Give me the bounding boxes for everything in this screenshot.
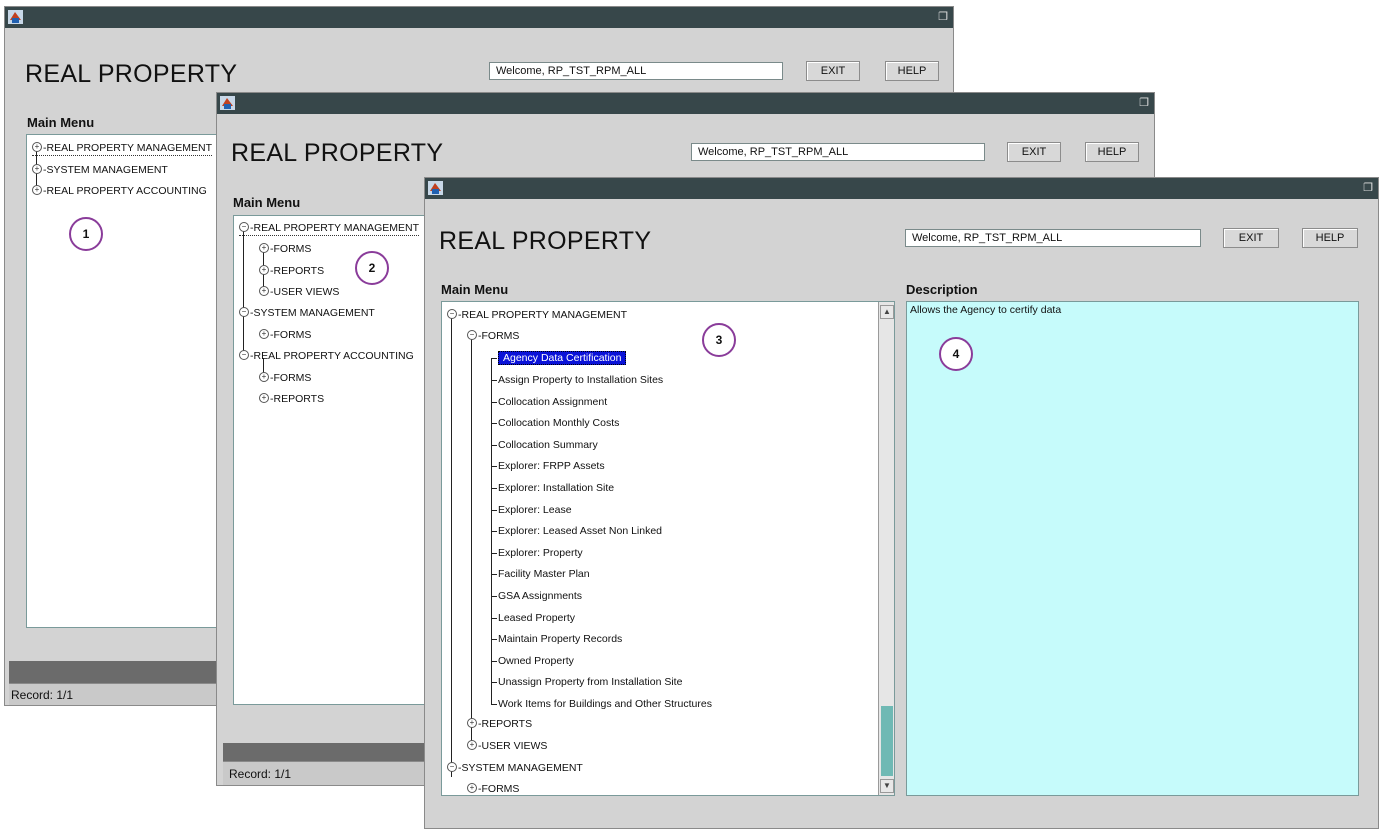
expand-icon[interactable]: + [259, 243, 269, 254]
app-icon [428, 181, 443, 195]
collapse-icon[interactable]: − [239, 222, 249, 233]
tree-node-reports[interactable]: + -REPORTS [467, 717, 532, 731]
expand-icon[interactable]: + [259, 372, 269, 383]
app-title: REAL PROPERTY [439, 227, 652, 255]
app-icon [8, 10, 23, 24]
tree-node-forms[interactable]: − -FORMS [467, 329, 519, 343]
tree-leaf-form[interactable]: Explorer: FRPP Assets [498, 459, 605, 473]
expand-icon[interactable]: + [32, 185, 42, 196]
welcome-field: Welcome, RP_TST_RPM_ALL [905, 229, 1201, 247]
tree-node-accounting[interactable]: + -REAL PROPERTY ACCOUNTING [32, 184, 207, 198]
exit-button[interactable]: EXIT [806, 61, 860, 81]
tree-node-system[interactable]: + -SYSTEM MANAGEMENT [32, 163, 168, 177]
status-bar: Record: 1/1 [9, 683, 229, 705]
callout-2: 2 [355, 251, 389, 285]
tree-node-rpm[interactable]: + -REAL PROPERTY MANAGEMENT [32, 141, 213, 156]
help-button[interactable]: HELP [885, 61, 939, 81]
main-menu-label: Main Menu [233, 195, 301, 210]
tree-leaf-form[interactable]: Explorer: Lease [498, 503, 572, 517]
expand-icon[interactable]: + [32, 142, 42, 153]
scroll-thumb[interactable] [881, 706, 893, 776]
collapse-icon[interactable]: − [239, 350, 249, 361]
scroll-up-icon[interactable]: ▲ [880, 305, 894, 319]
welcome-field: Welcome, RP_TST_RPM_ALL [489, 62, 783, 80]
status-area [223, 743, 433, 763]
main-menu-tree[interactable]: − -REAL PROPERTY MANAGEMENT + -FORMS + -REP… [233, 215, 433, 705]
tree-node-rpm[interactable]: − -REAL PROPERTY MANAGEMENT [447, 308, 627, 322]
title-bar: ❐ [5, 7, 953, 28]
app-title: REAL PROPERTY [25, 60, 238, 88]
expand-icon[interactable]: + [467, 740, 477, 751]
tree-node-forms[interactable]: + -FORMS [259, 242, 311, 256]
help-button[interactable]: HELP [1302, 228, 1358, 248]
description-text: Allows the Agency to certify data [910, 304, 1062, 316]
tree-node-acc-reports[interactable]: + -REPORTS [259, 392, 324, 406]
callout-4: 4 [939, 337, 973, 371]
expand-icon[interactable]: + [259, 286, 269, 297]
tree-leaf-form[interactable]: Facility Master Plan [498, 567, 590, 581]
tree-scrollbar[interactable]: ▲ ▼ [878, 302, 894, 795]
tree-leaf-form[interactable]: GSA Assignments [498, 589, 582, 603]
restore-icon[interactable]: ❐ [938, 10, 948, 24]
tree-node-accounting[interactable]: − -REAL PROPERTY ACCOUNTING [239, 349, 414, 363]
tree-node-sys-forms[interactable]: + -FORMS [467, 782, 519, 795]
main-menu-label: Main Menu [441, 282, 509, 297]
tree-leaf-form[interactable]: Collocation Assignment [498, 395, 607, 409]
help-button[interactable]: HELP [1085, 142, 1139, 162]
tree-leaf-form[interactable]: Explorer: Property [498, 546, 583, 560]
description-label: Description [906, 282, 978, 297]
tree-node-sys-forms[interactable]: + -FORMS [259, 328, 311, 342]
expand-icon[interactable]: + [259, 329, 269, 340]
tree-leaf-form[interactable]: Collocation Summary [498, 438, 598, 452]
callout-3: 3 [702, 323, 736, 357]
tree-leaf-form[interactable]: Work Items for Buildings and Other Struc… [498, 697, 712, 711]
main-menu-tree[interactable]: − -REAL PROPERTY MANAGEMENT − -FORMS Agenc… [441, 301, 895, 796]
collapse-icon[interactable]: − [467, 330, 477, 341]
expand-icon[interactable]: + [259, 265, 269, 276]
description-panel: Allows the Agency to certify data [906, 301, 1359, 796]
tree-leaf-agency-data-certification[interactable]: Agency Data Certification [498, 351, 627, 365]
expand-icon[interactable]: + [467, 783, 477, 794]
welcome-field: Welcome, RP_TST_RPM_ALL [691, 143, 985, 161]
callout-1: 1 [69, 217, 103, 251]
tree-leaf-form[interactable]: Explorer: Leased Asset Non Linked [498, 524, 662, 538]
status-area [9, 661, 229, 683]
collapse-icon[interactable]: − [447, 762, 457, 773]
tree-node-system[interactable]: − -SYSTEM MANAGEMENT [447, 761, 583, 775]
tree-leaf-form[interactable]: Collocation Monthly Costs [498, 416, 619, 430]
record-indicator: Record: 1/1 [229, 767, 292, 781]
app-title: REAL PROPERTY [231, 139, 444, 167]
main-menu-label: Main Menu [27, 115, 95, 130]
restore-icon[interactable]: ❐ [1363, 181, 1373, 195]
app-icon [220, 96, 235, 110]
scroll-down-icon[interactable]: ▼ [880, 779, 894, 793]
tree-node-user-views[interactable]: + -USER VIEWS [259, 285, 339, 299]
exit-button[interactable]: EXIT [1223, 228, 1279, 248]
tree-node-reports[interactable]: + -REPORTS [259, 264, 324, 278]
expand-icon[interactable]: + [259, 393, 269, 404]
status-bar: Record: 1/1 [223, 761, 433, 785]
tree-node-rpm[interactable]: − -REAL PROPERTY MANAGEMENT [239, 221, 420, 236]
tree-leaf-form[interactable]: Explorer: Installation Site [498, 481, 614, 495]
expand-icon[interactable]: + [467, 718, 477, 729]
tree-node-acc-forms[interactable]: + -FORMS [259, 371, 311, 385]
selected-item[interactable]: Agency Data Certification [498, 351, 627, 365]
exit-button[interactable]: EXIT [1007, 142, 1061, 162]
window-3: ❐ REAL PROPERTY Welcome, RP_TST_RPM_ALL … [424, 177, 1379, 829]
main-menu-tree[interactable]: + -REAL PROPERTY MANAGEMENT + -SYSTEM MANA… [26, 134, 246, 628]
collapse-icon[interactable]: − [239, 307, 249, 318]
tree-leaf-form[interactable]: Unassign Property from Installation Site [498, 675, 682, 689]
tree-leaf-form[interactable]: Maintain Property Records [498, 632, 622, 646]
tree-node-user-views[interactable]: + -USER VIEWS [467, 739, 547, 753]
tree-leaf-form[interactable]: Leased Property [498, 611, 575, 625]
record-indicator: Record: 1/1 [11, 688, 74, 702]
title-bar: ❐ [425, 178, 1378, 199]
tree-leaf-form[interactable]: Owned Property [498, 654, 574, 668]
restore-icon[interactable]: ❐ [1139, 96, 1149, 110]
tree-leaf-form[interactable]: Assign Property to Installation Sites [498, 373, 663, 387]
tree-node-system[interactable]: − -SYSTEM MANAGEMENT [239, 306, 375, 320]
title-bar: ❐ [217, 93, 1154, 114]
expand-icon[interactable]: + [32, 164, 42, 175]
collapse-icon[interactable]: − [447, 309, 457, 320]
